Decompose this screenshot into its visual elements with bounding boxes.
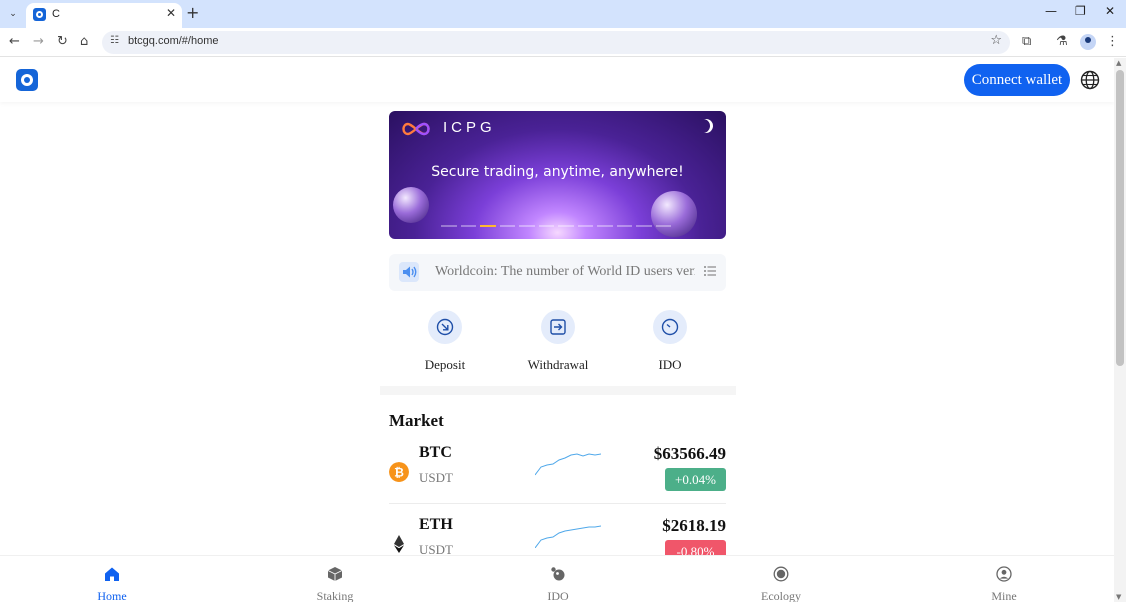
user-icon (996, 566, 1012, 582)
bottom-nav: Home Staking IDO Ecology Mine (0, 555, 1114, 602)
moon-icon (696, 119, 710, 133)
btc-icon: ₿ (389, 462, 409, 482)
planet-right (651, 191, 697, 237)
coin-symbol: ETH (419, 516, 453, 533)
eth-icon (394, 535, 404, 553)
tab-close-icon[interactable]: ✕ (166, 6, 176, 20)
forward-icon[interactable]: → (33, 34, 44, 49)
tab-search-chevron-icon[interactable]: ⌄ (4, 5, 22, 23)
page-scrollbar[interactable]: ▲ ▼ (1114, 58, 1126, 602)
deposit-icon (428, 310, 462, 344)
nav-home[interactable]: Home (62, 556, 162, 602)
bookmark-star-icon[interactable]: ☆ (990, 33, 1002, 48)
globe-language-icon[interactable] (1080, 70, 1100, 90)
cube-icon (327, 567, 343, 581)
scroll-down-arrow-icon[interactable]: ▼ (1116, 593, 1121, 601)
site-logo-icon[interactable] (16, 69, 38, 91)
minimize-icon[interactable]: — (1045, 4, 1057, 18)
nav-label: Mine (991, 589, 1017, 602)
browser-tab[interactable]: C ✕ (26, 3, 182, 28)
site-settings-icon[interactable]: ☷ (110, 35, 119, 46)
scroll-up-arrow-icon[interactable]: ▲ (1116, 59, 1121, 67)
section-divider (380, 386, 736, 395)
back-icon[interactable]: ← (9, 34, 20, 49)
nav-label: Home (97, 589, 127, 602)
ido-label: IDO (658, 357, 682, 372)
banner-brand: ICPG (443, 119, 496, 136)
address-bar[interactable]: ☷ btcgq.com/#/home ☆ (102, 31, 1010, 54)
labs-flask-icon[interactable]: ⚗ (1056, 34, 1068, 49)
scroll-thumb[interactable] (1116, 70, 1124, 366)
planet-left (393, 187, 429, 223)
home-icon (105, 567, 119, 581)
new-tab-icon[interactable]: + (186, 3, 199, 22)
promo-banner[interactable]: ICPG Secure trading, anytime, anywhere! (389, 111, 726, 239)
tab-title: C (52, 8, 60, 20)
connect-wallet-button[interactable]: Connect wallet (964, 64, 1070, 96)
news-ticker[interactable]: Worldcoin: The number of World ID users … (389, 254, 726, 291)
extensions-icon[interactable]: ⧉ (1022, 34, 1031, 49)
list-icon[interactable] (703, 264, 717, 278)
banner-headline: Secure trading, anytime, anywhere! (431, 164, 684, 180)
market-title: Market (389, 411, 444, 430)
deposit-label: Deposit (424, 357, 466, 372)
coin-quote: USDT (419, 470, 453, 485)
svg-text:₿: ₿ (394, 466, 404, 480)
nav-staking[interactable]: Staking (285, 556, 385, 602)
browser-menu-icon[interactable]: ⋮ (1106, 34, 1119, 49)
banner-pagination[interactable] (441, 225, 671, 228)
withdrawal-label: Withdrawal (527, 357, 589, 372)
nav-mine[interactable]: Mine (954, 556, 1054, 602)
coin-change-badge: +0.04% (665, 468, 726, 491)
tab-favicon-icon (33, 8, 46, 21)
nav-label: IDO (547, 589, 569, 602)
reload-icon[interactable]: ↻ (57, 34, 68, 49)
ido-clock-icon (653, 310, 687, 344)
browser-tab-bar: ⌄ C ✕ + — ❐ ✕ (0, 0, 1126, 28)
eth-sparkline (535, 525, 601, 548)
coin-price: $63566.49 (653, 444, 726, 463)
nav-ecology[interactable]: Ecology (731, 556, 831, 602)
coin-price: $2618.19 (662, 516, 726, 535)
url-text: btcgq.com/#/home (128, 35, 219, 47)
restore-icon[interactable]: ❐ (1075, 4, 1086, 18)
deposit-action[interactable]: Deposit (405, 310, 485, 373)
profile-avatar-icon[interactable] (1080, 34, 1096, 50)
notice-text: Worldcoin: The number of World ID users … (435, 264, 695, 279)
close-window-icon[interactable]: ✕ (1105, 4, 1115, 18)
coin-symbol: BTC (419, 444, 452, 461)
icpg-infinity-logo-icon (402, 122, 430, 136)
withdrawal-icon (541, 310, 575, 344)
nav-ido[interactable]: IDO (508, 556, 608, 602)
planet-icon (551, 567, 565, 581)
ido-action[interactable]: IDO (630, 310, 710, 373)
nav-label: Ecology (761, 589, 801, 602)
orbit-icon (773, 566, 789, 582)
page-viewport: Connect wallet ICPG Secure trading, anyt… (0, 58, 1114, 602)
browser-toolbar: ← → ↻ ⌂ ☷ btcgq.com/#/home ☆ ⧉ ⚗ ⋮ (0, 28, 1126, 57)
speaker-icon (399, 262, 419, 282)
row-separator (389, 503, 726, 504)
btc-sparkline (535, 453, 601, 476)
nav-label: Staking (316, 589, 354, 602)
home-browser-icon[interactable]: ⌂ (80, 34, 88, 49)
site-header: Connect wallet (0, 58, 1114, 102)
withdrawal-action[interactable]: Withdrawal (518, 310, 598, 373)
